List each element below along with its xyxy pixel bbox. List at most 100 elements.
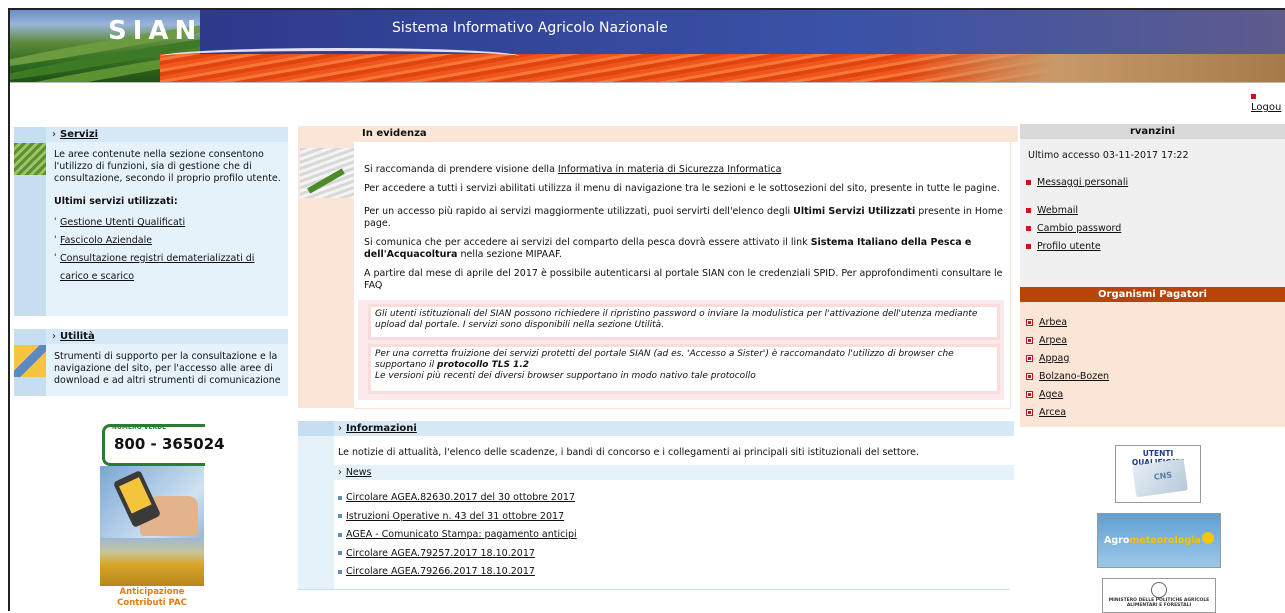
messages-link[interactable]: Messaggi personali	[1037, 177, 1128, 188]
list-item[interactable]: Agea	[1026, 386, 1285, 404]
evidenza-title: In evidenza	[354, 126, 1018, 142]
p3-text-a: Per un accesso più rapido ai servizi mag…	[364, 206, 794, 217]
list-item[interactable]: Bolzano-Bozen	[1026, 368, 1285, 386]
tls-note-text-c: Le versioni più recenti dei diversi brow…	[375, 371, 756, 381]
bullet-icon	[1026, 244, 1031, 249]
p3-text-b: Ultimi Servizi Utilizzati	[793, 206, 916, 217]
list-item[interactable]: Webmail	[1026, 202, 1285, 220]
uq-card-label: CNS	[1153, 470, 1173, 482]
evidenza-p4: Si comunica che per accedere ai servizi …	[364, 237, 1004, 260]
recent-service-link[interactable]: Consultazione registri dematerializzati …	[60, 253, 254, 282]
news-link[interactable]: Istruzioni Operative n. 43 del 31 ottobr…	[346, 511, 564, 522]
organismo-link[interactable]: Appag	[1039, 353, 1069, 364]
recent-service-link[interactable]: Fascicolo Aziendale	[60, 235, 152, 246]
evidenza-content: Si raccomanda di prendere visione della …	[354, 142, 1011, 409]
square-bullet-icon	[1026, 409, 1033, 416]
servizi-title-link[interactable]: Servizi	[60, 129, 98, 140]
square-bullet-icon	[1026, 319, 1033, 326]
list-item[interactable]: Circolare AGEA.82630.2017 del 30 ottobre…	[338, 489, 577, 508]
wheat-field-banner[interactable]	[100, 538, 204, 586]
sun-icon	[1202, 532, 1214, 544]
mobile-app-banner[interactable]	[100, 466, 204, 538]
informazioni-title-link[interactable]: Informazioni	[346, 423, 417, 434]
informazioni-text: Le notizie di attualità, l'elenco delle …	[338, 447, 920, 458]
organismi-title: Organismi Pagatori	[1020, 287, 1285, 302]
pac-line1: Anticipazione	[119, 587, 185, 597]
list-item[interactable]: Circolare AGEA.79257.2017 18.10.2017	[338, 545, 577, 564]
news-link[interactable]: Circolare AGEA.79257.2017 18.10.2017	[346, 548, 535, 559]
recent-services-list: Gestione Utenti Qualificati Fascicolo Az…	[54, 213, 282, 286]
servizi-description: Le aree contenute nella sezione consento…	[54, 149, 281, 184]
servizi-panel: › Servizi Le aree contenute nella sezione…	[14, 127, 288, 316]
list-item[interactable]: Gestione Utenti Qualificati	[54, 213, 282, 232]
p4-text-a: Si comunica che per accedere ai servizi …	[364, 237, 811, 248]
logout-link[interactable]: Logou	[1251, 91, 1285, 113]
agro-label-a: Agro	[1104, 535, 1130, 546]
organismo-link[interactable]: Bolzano-Bozen	[1039, 371, 1109, 382]
list-item[interactable]: Arbea	[1026, 314, 1285, 332]
list-item[interactable]: Arpea	[1026, 332, 1285, 350]
servizi-icon	[14, 143, 46, 175]
list-item[interactable]: Circolare AGEA.79266.2017 18.10.2017	[338, 563, 577, 582]
pac-banner-label[interactable]: Anticipazione Contributi PAC	[100, 587, 204, 609]
list-item[interactable]: Profilo utente	[1026, 238, 1285, 256]
bullet-icon	[1251, 93, 1256, 99]
username: rvanzini	[1020, 124, 1285, 139]
agrometeorologia-banner[interactable]: Agrometeorologia	[1097, 513, 1221, 568]
logout-label[interactable]: Logou	[1251, 102, 1281, 113]
change-password-link[interactable]: Cambio password	[1037, 223, 1121, 234]
bullet-icon	[338, 569, 342, 574]
user-links-b: Webmail Cambio password Profilo utente	[1020, 192, 1285, 256]
tls-note: Per una corretta fruizione dei servizi p…	[368, 344, 1000, 394]
utenti-qualificati-banner[interactable]: UTENTI QUALIFICATI CNS	[1115, 445, 1201, 503]
organismi-panel: Organismi Pagatori Arbea Arpea Appag Bol…	[1020, 287, 1285, 427]
list-item[interactable]: Appag	[1026, 350, 1285, 368]
organismo-link[interactable]: Agea	[1039, 389, 1063, 400]
square-bullet-icon	[1026, 373, 1033, 380]
organismo-link[interactable]: Arpea	[1039, 335, 1067, 346]
profile-link[interactable]: Profilo utente	[1037, 241, 1101, 252]
utilita-title-link[interactable]: Utilità	[60, 331, 95, 342]
user-panel: rvanzini Ultimo accesso 03-11-2017 17:22…	[1020, 124, 1285, 289]
news-link[interactable]: Circolare AGEA.79266.2017 18.10.2017	[346, 566, 535, 577]
list-item[interactable]: AGEA - Comunicato Stampa: pagamento anti…	[338, 526, 577, 545]
site-header: SIAN Sistema Informativo Agricolo Nazion…	[10, 10, 1285, 82]
last-access: Ultimo accesso 03-11-2017 17:22	[1028, 150, 1189, 161]
list-item[interactable]: Arcea	[1026, 404, 1285, 422]
numero-verde-number[interactable]: 800 - 365024	[114, 435, 225, 453]
site-logo[interactable]: SIAN	[108, 16, 202, 46]
organismi-list: Arbea Arpea Appag Bolzano-Bozen Agea Arc…	[1020, 302, 1285, 422]
agro-label: Agrometeorologia	[1104, 535, 1201, 546]
p1-text: Si raccomanda di prendere visione della	[364, 164, 558, 175]
evidenza-side-strip	[298, 126, 354, 408]
news-link[interactable]: AGEA - Comunicato Stampa: pagamento anti…	[346, 529, 577, 540]
organismo-link[interactable]: Arcea	[1039, 407, 1066, 418]
list-item[interactable]: Consultazione registri dematerializzati …	[54, 249, 282, 286]
organismo-link[interactable]: Arbea	[1039, 317, 1067, 328]
evidenza-p5: A partire dal mese di aprile del 2017 è …	[364, 268, 1003, 291]
bullet-icon	[338, 514, 342, 518]
evidenza-p3: Per un accesso più rapido ai servizi mag…	[364, 206, 1004, 229]
document-pen-icon	[300, 148, 354, 198]
bullet-icon	[1026, 226, 1031, 231]
list-item[interactable]: Cambio password	[1026, 220, 1285, 238]
news-title-link[interactable]: News	[346, 467, 372, 478]
mipaaf-label: MINISTERO DELLE POLITICHE AGRICOLE ALIME…	[1108, 598, 1210, 608]
tools-icon	[14, 345, 46, 377]
agro-label-b: meteorologia	[1129, 535, 1201, 546]
site-title: Sistema Informativo Agricolo Nazionale	[392, 20, 668, 36]
security-info-link[interactable]: Informativa in materia di Sicurezza Info…	[558, 164, 782, 175]
pac-line2: Contributi PAC	[117, 598, 187, 608]
news-link[interactable]: Circolare AGEA.82630.2017 del 30 ottobre…	[346, 492, 575, 503]
webmail-link[interactable]: Webmail	[1037, 205, 1078, 216]
list-item[interactable]: Istruzioni Operative n. 43 del 31 ottobr…	[338, 508, 577, 527]
recent-service-link[interactable]: Gestione Utenti Qualificati	[60, 217, 185, 228]
square-bullet-icon	[1026, 355, 1033, 362]
seal-icon	[1151, 582, 1167, 598]
mipaaf-banner[interactable]: MINISTERO DELLE POLITICHE AGRICOLE ALIME…	[1102, 578, 1216, 613]
list-item[interactable]: Messaggi personali	[1026, 174, 1285, 192]
news-header: › News	[334, 465, 1014, 480]
list-item[interactable]: Fascicolo Aziendale	[54, 231, 282, 250]
bullet-icon	[1026, 180, 1031, 185]
utilita-panel: › Utilità Strumenti di supporto per la co…	[14, 329, 288, 396]
